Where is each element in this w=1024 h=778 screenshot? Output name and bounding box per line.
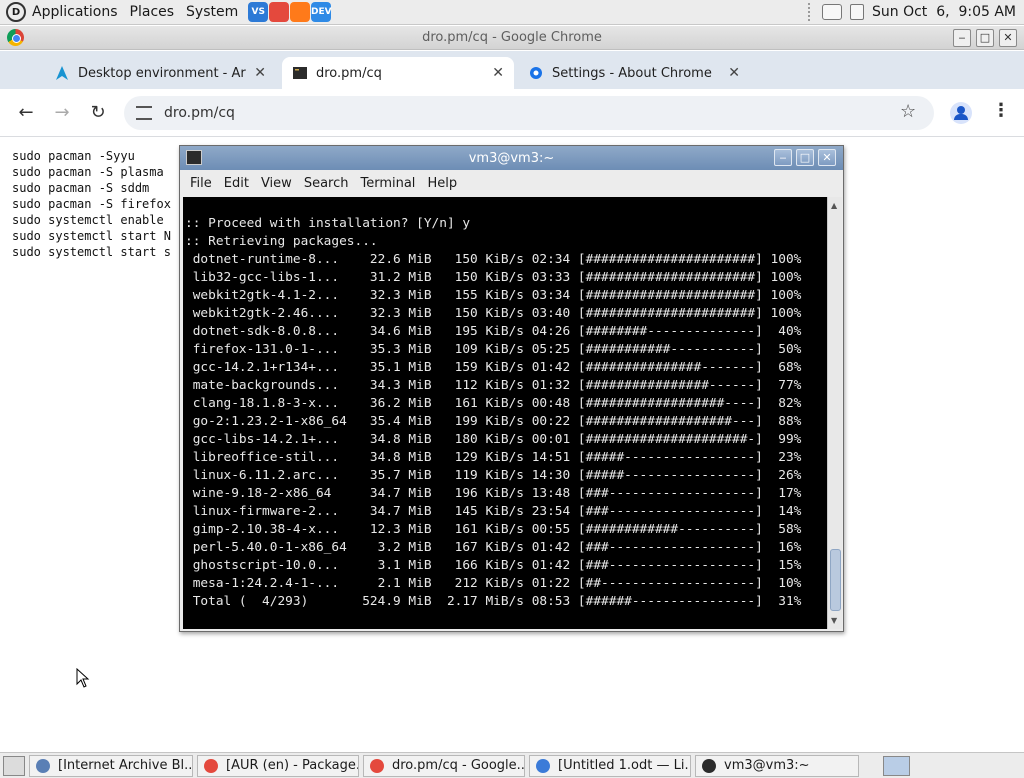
chrome-icon[interactable] (269, 2, 290, 22)
forward-arrow-icon[interactable]: → (50, 101, 74, 125)
tab-close-icon[interactable]: ✕ (254, 65, 266, 81)
terminal-minimize-button[interactable]: ‒ (774, 149, 792, 166)
terminal-scrollbar[interactable]: ▲ ▼ (827, 197, 842, 629)
bookmark-star-icon[interactable]: ☆ (900, 101, 916, 122)
tab-settings[interactable]: Settings - About Chrome ✕ (518, 57, 750, 89)
taskbar-item-label: dro.pm/cq - Google... (392, 758, 525, 773)
taskbar-item-label: vm3@vm3:~ (724, 758, 810, 773)
scroll-thumb[interactable] (830, 549, 841, 611)
top-panel: D Applications Places System VS DEV Sun O… (0, 0, 1024, 25)
discord-tray-icon[interactable] (822, 4, 842, 20)
terminal-menu-help[interactable]: Help (421, 176, 463, 191)
terminal-menu-file[interactable]: File (184, 176, 218, 191)
browser-toolbar: ← → ↻ dro.pm/cq ☆ ⋮ (0, 89, 1024, 137)
workspace-switcher[interactable] (883, 755, 910, 776)
terminal-menu-search[interactable]: Search (298, 176, 355, 191)
archive-icon (36, 758, 50, 773)
terminal-title: vm3@vm3:~ (468, 150, 555, 166)
tab-label: Settings - About Chrome (552, 65, 712, 81)
places-menu[interactable]: Places (124, 0, 181, 25)
chrome-menu-icon[interactable]: ⋮ (992, 100, 1010, 121)
taskbar-item[interactable]: vm3@vm3:~ (695, 754, 859, 777)
tab-dro-pm[interactable]: dro.pm/cq ✕ (282, 57, 514, 89)
scroll-down-arrow-icon[interactable]: ▼ (831, 616, 837, 625)
system-menu[interactable]: System (180, 0, 244, 25)
launcher-group: VS DEV (248, 2, 332, 22)
tab-close-icon[interactable]: ✕ (728, 65, 740, 81)
terminal-icon (702, 758, 716, 773)
gear-icon (530, 67, 542, 79)
system-tray: Sun Oct 6, 9:05 AM (808, 3, 1024, 21)
maximize-button[interactable]: □ (976, 29, 994, 47)
page-text: sudo pacman -Syyu sudo pacman -S plasma … (12, 149, 171, 259)
firefox-icon[interactable] (290, 2, 311, 22)
taskbar-item[interactable]: [AUR (en) - Package... (197, 754, 359, 777)
writer-icon (536, 758, 550, 773)
terminal-favicon-icon (293, 67, 307, 79)
bottom-taskbar: [Internet Archive Bl... [AUR (en) - Packa… (0, 752, 1024, 778)
window-title: dro.pm/cq - Google Chrome (422, 30, 602, 45)
chrome-icon (204, 758, 218, 773)
chrome-titlebar: dro.pm/cq - Google Chrome ‒ □ ✕ (0, 26, 1024, 50)
terminal-maximize-button[interactable]: □ (796, 149, 814, 166)
close-button[interactable]: ✕ (999, 29, 1017, 47)
terminal-menubar: File Edit View Search Terminal Help (180, 170, 843, 196)
firefox-dev-icon[interactable]: DEV (311, 2, 332, 22)
tab-label: Desktop environment - ArchWiki (78, 65, 246, 81)
terminal-menu-edit[interactable]: Edit (218, 176, 255, 191)
terminal-output[interactable]: :: Proceed with installation? [Y/n] y ::… (183, 197, 827, 629)
address-text[interactable]: dro.pm/cq (164, 105, 235, 121)
mouse-cursor-icon (76, 668, 90, 688)
terminal-close-button[interactable]: ✕ (818, 149, 836, 166)
taskbar-item-label: [AUR (en) - Package... (226, 758, 359, 773)
tab-label: dro.pm/cq (316, 65, 382, 81)
terminal-menu-view[interactable]: View (255, 176, 298, 191)
site-info-tune-icon[interactable] (136, 106, 152, 120)
applications-menu[interactable]: Applications (26, 0, 124, 25)
clock[interactable]: Sun Oct 6, 9:05 AM (872, 4, 1016, 20)
terminal-text: :: Proceed with installation? [Y/n] y ::… (185, 216, 802, 609)
vscode-icon[interactable]: VS (248, 2, 269, 22)
taskbar-item-label: [Internet Archive Bl... (58, 758, 193, 773)
terminal-menu-terminal[interactable]: Terminal (354, 176, 421, 191)
terminal-titlebar[interactable]: vm3@vm3:~ ‒ □ ✕ (180, 146, 843, 170)
tab-archwiki[interactable]: Desktop environment - ArchWiki ✕ (44, 57, 276, 89)
reload-icon[interactable]: ↻ (86, 101, 110, 125)
chrome-icon (7, 29, 24, 46)
tab-close-icon[interactable]: ✕ (492, 65, 504, 81)
terminal-icon (186, 150, 202, 165)
show-desktop-icon[interactable] (3, 755, 25, 776)
tab-strip: ⌄ Desktop environment - ArchWiki ✕ dro.p… (0, 51, 1024, 130)
distro-logo-icon[interactable]: D (6, 2, 26, 22)
back-arrow-icon[interactable]: ← (14, 101, 38, 125)
volume-icon[interactable] (850, 4, 864, 20)
tray-separator (808, 3, 814, 21)
scroll-up-arrow-icon[interactable]: ▲ (831, 201, 837, 210)
address-bar[interactable]: dro.pm/cq (124, 96, 934, 130)
taskbar-item[interactable]: [Internet Archive Bl... (29, 754, 193, 777)
taskbar-item[interactable]: dro.pm/cq - Google... (363, 754, 525, 777)
taskbar-item[interactable]: [Untitled 1.odt — Li... (529, 754, 691, 777)
terminal-window: vm3@vm3:~ ‒ □ ✕ File Edit View Search Termin… (179, 145, 844, 632)
minimize-button[interactable]: ‒ (953, 29, 971, 47)
arch-logo-icon (56, 66, 68, 80)
chrome-icon (370, 758, 384, 773)
taskbar-item-label: [Untitled 1.odt — Li... (558, 758, 691, 773)
profile-avatar-icon[interactable] (950, 102, 972, 124)
